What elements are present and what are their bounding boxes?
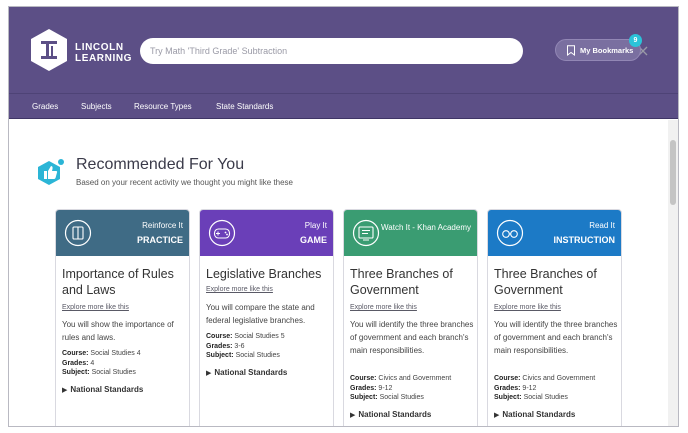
expand-triangle-icon: ▶ bbox=[62, 387, 68, 394]
card-description: You will compare the state and federal l… bbox=[206, 303, 315, 325]
card-type-label: Play It bbox=[304, 221, 327, 230]
card-meta: Course: Social Studies 5 Grades: 3-6 Sub… bbox=[206, 333, 285, 359]
card-type-name: INSTRUCTION bbox=[553, 235, 616, 245]
explore-more-link[interactable]: Explore more like this bbox=[62, 304, 129, 311]
logo-line-2: LEARNING bbox=[75, 53, 133, 64]
explore-more-link[interactable]: Explore more like this bbox=[494, 304, 561, 311]
card-type-label: Watch It - Khan Academy bbox=[381, 223, 471, 232]
card-header: Reinforce It PRACTICE bbox=[56, 210, 189, 256]
nav-item-state-standards[interactable]: State Standards bbox=[216, 102, 273, 111]
card-type-name: PRACTICE bbox=[136, 235, 183, 245]
my-bookmarks-button[interactable]: My Bookmarks bbox=[555, 39, 641, 61]
glasses-icon bbox=[496, 219, 524, 247]
expand-triangle-icon: ▶ bbox=[350, 412, 356, 419]
national-standards-toggle[interactable]: ▶ National Standards bbox=[206, 368, 287, 377]
card-meta: Course: Civics and Government Grades: 9-… bbox=[494, 375, 596, 401]
card-type-label: Reinforce It bbox=[142, 221, 183, 230]
practice-icon bbox=[64, 219, 92, 247]
nav-item-resource-types[interactable]: Resource Types bbox=[134, 102, 192, 111]
card-header: Watch It - Khan Academy bbox=[344, 210, 477, 256]
card-header: Play It GAME bbox=[200, 210, 333, 256]
card-description: You will identify the three branches of … bbox=[494, 320, 618, 355]
site-header: LINCOLN LEARNING My Bookmarks 9 bbox=[9, 7, 678, 93]
recommended-subtitle: Based on your recent activity we thought… bbox=[76, 178, 294, 187]
nav-item-subjects[interactable]: Subjects bbox=[81, 102, 112, 111]
card-type-name: GAME bbox=[300, 235, 327, 245]
page-scrollbar[interactable] bbox=[668, 120, 678, 426]
resource-card-3[interactable]: Watch It - Khan Academy Three Branches o… bbox=[343, 209, 478, 426]
resource-card-2[interactable]: Play It GAME Legislative Branches Explor… bbox=[199, 209, 334, 426]
lincoln-learning-logo-icon[interactable] bbox=[29, 28, 69, 72]
card-header: Read It INSTRUCTION bbox=[488, 210, 621, 256]
card-title[interactable]: Legislative Branches bbox=[206, 266, 330, 282]
logo-wordmark: LINCOLN LEARNING bbox=[75, 42, 132, 64]
bookmarks-label: My Bookmarks bbox=[580, 46, 634, 55]
card-description: You will show the importance of rules an… bbox=[62, 320, 174, 342]
browser-viewport: LINCOLN LEARNING My Bookmarks 9 Grades S… bbox=[8, 6, 679, 427]
card-title[interactable]: Importance of Rules and Laws bbox=[62, 266, 186, 298]
recommended-title: Recommended For You bbox=[76, 156, 245, 173]
search-input[interactable] bbox=[140, 38, 480, 64]
bookmark-icon bbox=[567, 45, 575, 56]
national-standards-toggle[interactable]: ▶ National Standards bbox=[62, 385, 143, 394]
search-bar bbox=[140, 38, 648, 64]
explore-more-link[interactable]: Explore more like this bbox=[206, 286, 273, 293]
scrollbar-thumb[interactable] bbox=[670, 140, 676, 205]
gamepad-icon bbox=[208, 219, 236, 247]
national-standards-toggle[interactable]: ▶ National Standards bbox=[494, 410, 575, 419]
logo-line-1: LINCOLN bbox=[75, 42, 124, 53]
nav-item-grades[interactable]: Grades bbox=[32, 102, 58, 111]
explore-more-link[interactable]: Explore more like this bbox=[350, 304, 417, 311]
resource-card-4[interactable]: Read It INSTRUCTION Three Branches of Go… bbox=[487, 209, 622, 426]
national-standards-toggle[interactable]: ▶ National Standards bbox=[350, 410, 431, 419]
card-title[interactable]: Three Branches of Government bbox=[494, 266, 618, 298]
main-nav: Grades Subjects Resource Types State Sta… bbox=[9, 93, 678, 119]
expand-triangle-icon: ▶ bbox=[206, 370, 212, 377]
card-meta: Course: Social Studies 4 Grades: 4 Subje… bbox=[62, 350, 141, 376]
video-lesson-icon bbox=[352, 219, 380, 247]
bookmarks-count-badge: 9 bbox=[629, 34, 642, 47]
card-title[interactable]: Three Branches of Government bbox=[350, 266, 474, 298]
card-meta: Course: Civics and Government Grades: 9-… bbox=[350, 375, 452, 401]
card-type-label: Read It bbox=[589, 221, 615, 230]
expand-triangle-icon: ▶ bbox=[494, 412, 500, 419]
recommended-thumbs-up-icon bbox=[38, 159, 64, 185]
resource-card-1[interactable]: Reinforce It PRACTICE Importance of Rule… bbox=[55, 209, 190, 426]
card-description: You will identify the three branches of … bbox=[350, 320, 474, 355]
